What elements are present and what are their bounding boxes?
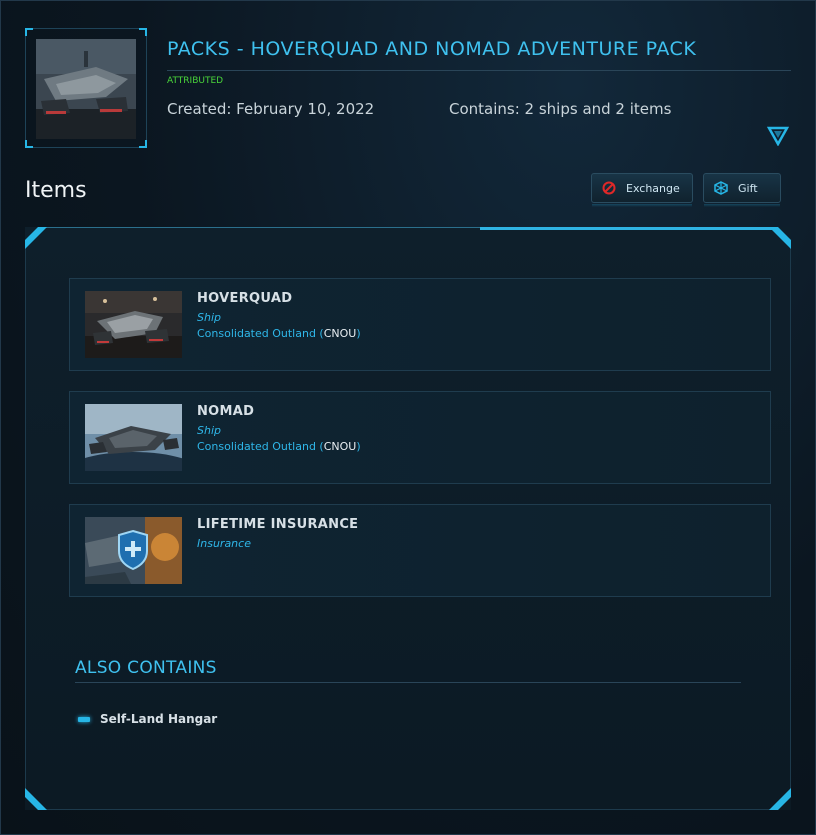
- manufacturer-code: CNOU: [323, 327, 357, 340]
- contains-summary: Contains: 2 ships and 2 items: [449, 100, 672, 118]
- pack-thumbnail-frame: [25, 28, 147, 148]
- item-card-hoverquad[interactable]: HOVERQUAD Ship Consolidated Outland (CNO…: [69, 278, 771, 371]
- exchange-button[interactable]: Exchange: [591, 173, 693, 207]
- gift-icon: [714, 181, 728, 195]
- insurance-image: [85, 517, 182, 584]
- created-date: Created: February 10, 2022: [167, 100, 375, 118]
- manufacturer-name: Consolidated Outland: [197, 327, 316, 340]
- status-badge: ATTRIBUTED: [167, 76, 224, 86]
- item-name: LIFETIME INSURANCE: [197, 517, 359, 532]
- manufacturer-name: Consolidated Outland: [197, 440, 316, 453]
- item-name: HOVERQUAD: [197, 291, 293, 306]
- item-card-nomad[interactable]: NOMAD Ship Consolidated Outland (CNOU): [69, 391, 771, 484]
- exchange-icon: [602, 181, 616, 195]
- collapse-toggle-icon[interactable]: [766, 126, 790, 147]
- also-contains-label: Self-Land Hangar: [100, 712, 218, 726]
- gift-button[interactable]: Gift: [703, 173, 781, 207]
- item-type: Ship: [197, 424, 221, 437]
- items-heading: Items: [25, 178, 87, 203]
- also-contains-heading: ALSO CONTAINS: [75, 658, 217, 678]
- item-manufacturer: Consolidated Outland (CNOU): [197, 440, 361, 453]
- item-name: NOMAD: [197, 404, 255, 419]
- item-type: Insurance: [197, 537, 251, 550]
- nomad-image: [85, 404, 182, 471]
- item-card-insurance[interactable]: LIFETIME INSURANCE Insurance: [69, 504, 771, 597]
- also-contains-divider: [75, 682, 741, 683]
- pack-thumbnail-image: [36, 39, 136, 139]
- panel-top-accent: [480, 227, 791, 230]
- exchange-label: Exchange: [626, 181, 680, 195]
- title-divider: [167, 70, 791, 71]
- item-manufacturer: Consolidated Outland (CNOU): [197, 327, 361, 340]
- bullet-icon: [78, 716, 90, 722]
- also-contains-item: Self-Land Hangar: [78, 712, 217, 726]
- pack-title: PACKS - HOVERQUAD AND NOMAD ADVENTURE PA…: [167, 38, 697, 60]
- item-type: Ship: [197, 311, 221, 324]
- gift-label: Gift: [738, 181, 758, 195]
- hoverquad-image: [85, 291, 182, 358]
- manufacturer-code: CNOU: [323, 440, 357, 453]
